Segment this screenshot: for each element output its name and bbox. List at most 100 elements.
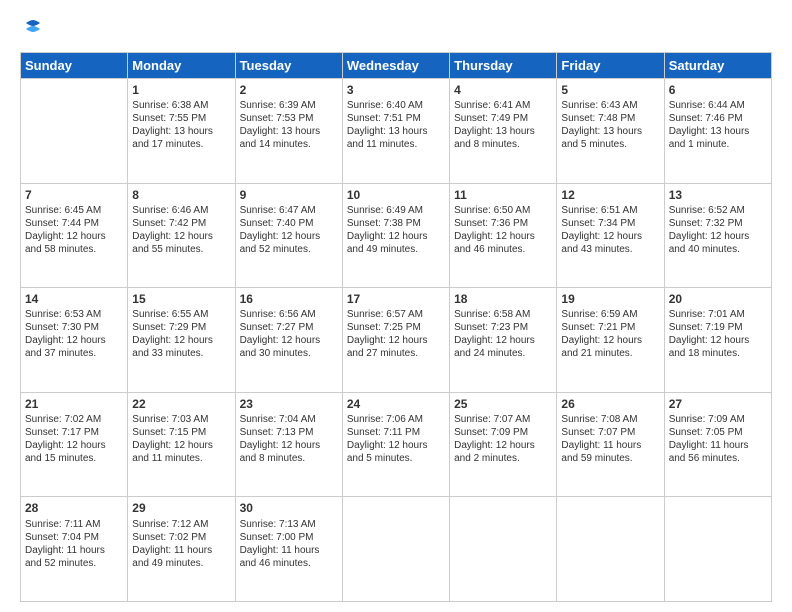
- day-number: 12: [561, 187, 659, 203]
- calendar-day-cell: 2Sunrise: 6:39 AM Sunset: 7:53 PM Daylig…: [235, 79, 342, 184]
- calendar-day-cell: [21, 79, 128, 184]
- calendar-day-cell: 11Sunrise: 6:50 AM Sunset: 7:36 PM Dayli…: [450, 183, 557, 288]
- weekday-header-cell: Thursday: [450, 53, 557, 79]
- day-info: Sunrise: 6:43 AM Sunset: 7:48 PM Dayligh…: [561, 99, 659, 151]
- day-info: Sunrise: 6:52 AM Sunset: 7:32 PM Dayligh…: [669, 204, 767, 256]
- day-info: Sunrise: 6:56 AM Sunset: 7:27 PM Dayligh…: [240, 308, 338, 360]
- day-info: Sunrise: 6:57 AM Sunset: 7:25 PM Dayligh…: [347, 308, 445, 360]
- day-number: 7: [25, 187, 123, 203]
- day-info: Sunrise: 6:55 AM Sunset: 7:29 PM Dayligh…: [132, 308, 230, 360]
- calendar-day-cell: 28 Sunrise: 7:11 AM Sunset: 7:04 PM Dayli…: [21, 497, 128, 602]
- header: [20, 18, 772, 40]
- day-info: Sunrise: 6:53 AM Sunset: 7:30 PM Dayligh…: [25, 308, 123, 360]
- calendar-week-row: 21Sunrise: 7:02 AM Sunset: 7:17 PM Dayli…: [21, 392, 772, 497]
- day-info: Sunrise: 7:07 AM Sunset: 7:09 PM Dayligh…: [454, 413, 552, 465]
- day-number: 18: [454, 291, 552, 307]
- logo: [20, 18, 44, 40]
- calendar-day-cell: 12Sunrise: 6:51 AM Sunset: 7:34 PM Dayli…: [557, 183, 664, 288]
- day-number: 27: [669, 396, 767, 412]
- weekday-header-cell: Saturday: [664, 53, 771, 79]
- day-info: Sunrise: 6:50 AM Sunset: 7:36 PM Dayligh…: [454, 204, 552, 256]
- day-info: Sunrise: 7:04 AM Sunset: 7:13 PM Dayligh…: [240, 413, 338, 465]
- calendar-day-cell: [342, 497, 449, 602]
- day-info: Sunrise: 7:09 AM Sunset: 7:05 PM Dayligh…: [669, 413, 767, 465]
- day-number: 29: [132, 500, 230, 516]
- day-number: 17: [347, 291, 445, 307]
- day-info: Sunrise: 6:38 AM Sunset: 7:55 PM Dayligh…: [132, 99, 230, 151]
- calendar-day-cell: 21Sunrise: 7:02 AM Sunset: 7:17 PM Dayli…: [21, 392, 128, 497]
- calendar-day-cell: 10Sunrise: 6:49 AM Sunset: 7:38 PM Dayli…: [342, 183, 449, 288]
- day-number: 5: [561, 82, 659, 98]
- calendar-day-cell: 17Sunrise: 6:57 AM Sunset: 7:25 PM Dayli…: [342, 288, 449, 393]
- day-info: Sunrise: 7:13 AM Sunset: 7:00 PM Dayligh…: [240, 518, 338, 570]
- day-info: Sunrise: 6:47 AM Sunset: 7:40 PM Dayligh…: [240, 204, 338, 256]
- calendar-week-row: 7Sunrise: 6:45 AM Sunset: 7:44 PM Daylig…: [21, 183, 772, 288]
- calendar-day-cell: 13Sunrise: 6:52 AM Sunset: 7:32 PM Dayli…: [664, 183, 771, 288]
- day-info: Sunrise: 7:08 AM Sunset: 7:07 PM Dayligh…: [561, 413, 659, 465]
- day-info: Sunrise: 6:44 AM Sunset: 7:46 PM Dayligh…: [669, 99, 767, 151]
- day-info: Sunrise: 6:39 AM Sunset: 7:53 PM Dayligh…: [240, 99, 338, 151]
- day-number: 1: [132, 82, 230, 98]
- day-number: 19: [561, 291, 659, 307]
- day-number: 2: [240, 82, 338, 98]
- calendar-week-row: 14Sunrise: 6:53 AM Sunset: 7:30 PM Dayli…: [21, 288, 772, 393]
- day-info: Sunrise: 6:51 AM Sunset: 7:34 PM Dayligh…: [561, 204, 659, 256]
- day-number: 22: [132, 396, 230, 412]
- calendar-day-cell: 30 Sunrise: 7:13 AM Sunset: 7:00 PM Dayli…: [235, 497, 342, 602]
- weekday-header-row: SundayMondayTuesdayWednesdayThursdayFrid…: [21, 53, 772, 79]
- weekday-header-cell: Sunday: [21, 53, 128, 79]
- calendar-day-cell: 24Sunrise: 7:06 AM Sunset: 7:11 PM Dayli…: [342, 392, 449, 497]
- calendar-day-cell: [450, 497, 557, 602]
- day-number: 8: [132, 187, 230, 203]
- weekday-header-cell: Friday: [557, 53, 664, 79]
- day-number: 16: [240, 291, 338, 307]
- calendar-day-cell: 3Sunrise: 6:40 AM Sunset: 7:51 PM Daylig…: [342, 79, 449, 184]
- calendar-day-cell: 16Sunrise: 6:56 AM Sunset: 7:27 PM Dayli…: [235, 288, 342, 393]
- day-info: Sunrise: 7:02 AM Sunset: 7:17 PM Dayligh…: [25, 413, 123, 465]
- calendar-day-cell: 25Sunrise: 7:07 AM Sunset: 7:09 PM Dayli…: [450, 392, 557, 497]
- calendar-day-cell: 15Sunrise: 6:55 AM Sunset: 7:29 PM Dayli…: [128, 288, 235, 393]
- day-number: 15: [132, 291, 230, 307]
- calendar-day-cell: 14Sunrise: 6:53 AM Sunset: 7:30 PM Dayli…: [21, 288, 128, 393]
- calendar-day-cell: 19Sunrise: 6:59 AM Sunset: 7:21 PM Dayli…: [557, 288, 664, 393]
- day-info: Sunrise: 6:46 AM Sunset: 7:42 PM Dayligh…: [132, 204, 230, 256]
- day-number: 13: [669, 187, 767, 203]
- day-info: Sunrise: 6:40 AM Sunset: 7:51 PM Dayligh…: [347, 99, 445, 151]
- day-number: 23: [240, 396, 338, 412]
- calendar-day-cell: 22Sunrise: 7:03 AM Sunset: 7:15 PM Dayli…: [128, 392, 235, 497]
- calendar-body: 1Sunrise: 6:38 AM Sunset: 7:55 PM Daylig…: [21, 79, 772, 602]
- weekday-header-cell: Monday: [128, 53, 235, 79]
- weekday-header-cell: Tuesday: [235, 53, 342, 79]
- day-number: 30: [240, 500, 338, 516]
- calendar-week-row: 1Sunrise: 6:38 AM Sunset: 7:55 PM Daylig…: [21, 79, 772, 184]
- calendar-day-cell: 27Sunrise: 7:09 AM Sunset: 7:05 PM Dayli…: [664, 392, 771, 497]
- calendar-day-cell: 9Sunrise: 6:47 AM Sunset: 7:40 PM Daylig…: [235, 183, 342, 288]
- day-number: 9: [240, 187, 338, 203]
- page: SundayMondayTuesdayWednesdayThursdayFrid…: [0, 0, 792, 612]
- day-number: 20: [669, 291, 767, 307]
- day-number: 11: [454, 187, 552, 203]
- day-number: 14: [25, 291, 123, 307]
- day-info: Sunrise: 7:11 AM Sunset: 7:04 PM Dayligh…: [25, 518, 123, 570]
- day-number: 26: [561, 396, 659, 412]
- calendar-day-cell: [557, 497, 664, 602]
- calendar-week-row: 28 Sunrise: 7:11 AM Sunset: 7:04 PM Dayli…: [21, 497, 772, 602]
- day-number: 4: [454, 82, 552, 98]
- day-info: Sunrise: 7:03 AM Sunset: 7:15 PM Dayligh…: [132, 413, 230, 465]
- day-number: 3: [347, 82, 445, 98]
- day-number: 10: [347, 187, 445, 203]
- calendar-table: SundayMondayTuesdayWednesdayThursdayFrid…: [20, 52, 772, 602]
- calendar-day-cell: 20Sunrise: 7:01 AM Sunset: 7:19 PM Dayli…: [664, 288, 771, 393]
- calendar-day-cell: 4Sunrise: 6:41 AM Sunset: 7:49 PM Daylig…: [450, 79, 557, 184]
- calendar-day-cell: 29 Sunrise: 7:12 AM Sunset: 7:02 PM Dayli…: [128, 497, 235, 602]
- day-number: 28: [25, 500, 123, 516]
- day-info: Sunrise: 7:12 AM Sunset: 7:02 PM Dayligh…: [132, 518, 230, 570]
- day-info: Sunrise: 6:41 AM Sunset: 7:49 PM Dayligh…: [454, 99, 552, 151]
- calendar-day-cell: 5Sunrise: 6:43 AM Sunset: 7:48 PM Daylig…: [557, 79, 664, 184]
- day-number: 24: [347, 396, 445, 412]
- day-info: Sunrise: 6:58 AM Sunset: 7:23 PM Dayligh…: [454, 308, 552, 360]
- calendar-day-cell: 8Sunrise: 6:46 AM Sunset: 7:42 PM Daylig…: [128, 183, 235, 288]
- day-number: 21: [25, 396, 123, 412]
- calendar-day-cell: 23Sunrise: 7:04 AM Sunset: 7:13 PM Dayli…: [235, 392, 342, 497]
- calendar-day-cell: [664, 497, 771, 602]
